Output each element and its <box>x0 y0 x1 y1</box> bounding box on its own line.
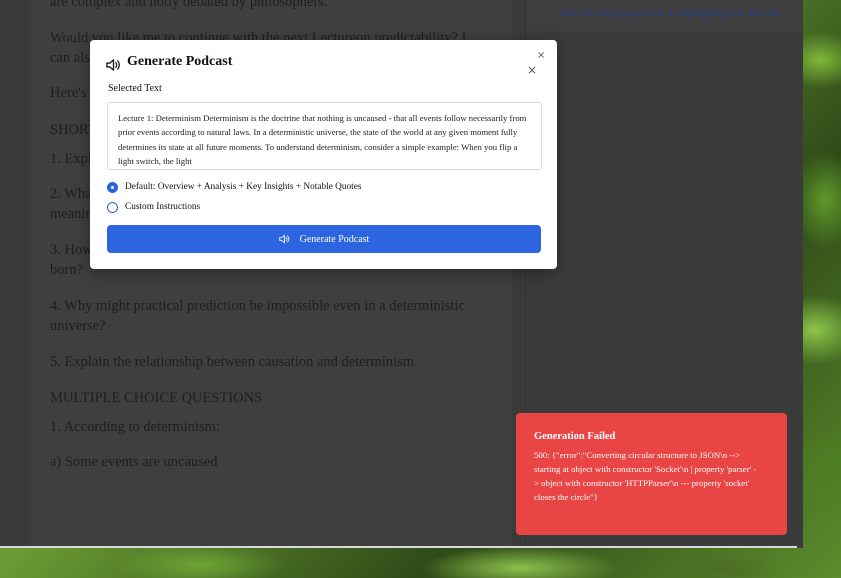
option-custom[interactable]: Custom Instructions <box>107 200 200 214</box>
selected-text-content: Lecture 1: Determinism Determinism is th… <box>118 113 527 166</box>
toast-message: 500: {"error":"Converting circular struc… <box>534 450 757 502</box>
close-button[interactable]: × <box>527 63 537 77</box>
option-custom-label: Custom Instructions <box>125 202 201 212</box>
assistant-panel-header: Start by asking a question or highlighti… <box>526 0 803 34</box>
error-toast[interactable]: Generation Failed 500: {"error":"Convert… <box>516 413 787 535</box>
doc-heading: MULTIPLE CHOICE QUESTIONS <box>50 390 263 406</box>
speaker-icon <box>278 234 289 244</box>
doc-paragraph: a) Some events are uncaused <box>50 454 218 470</box>
doc-paragraph: 1. According to determinism: <box>50 419 220 435</box>
doc-paragraph: 5. Explain the relationship between caus… <box>50 354 418 370</box>
radio-default[interactable] <box>107 181 118 193</box>
doc-paragraph: are complex and hotly debated by philoso… <box>50 0 328 10</box>
generate-podcast-dialog: Generate Podcast × × Selected Text Lectu… <box>90 40 557 269</box>
option-default-label: Default: Overview + Analysis + Key Insig… <box>125 182 362 192</box>
toast-title: Generation Failed <box>534 431 616 442</box>
generate-podcast-button-label: Generate Podcast <box>299 233 370 245</box>
close-icon[interactable]: × <box>537 50 545 61</box>
selected-text-box[interactable]: Lecture 1: Determinism Determinism is th… <box>107 102 542 170</box>
selected-text-label: Selected Text <box>108 83 162 94</box>
option-default[interactable]: Default: Overview + Analysis + Key Insig… <box>107 180 362 194</box>
radio-custom[interactable] <box>107 201 118 213</box>
dialog-title: Generate Podcast <box>127 54 233 69</box>
generate-podcast-button[interactable]: Generate Podcast <box>107 225 541 253</box>
assistant-hint: Start by asking a question or highlighti… <box>561 8 781 19</box>
window-divider <box>0 546 797 548</box>
speaker-icon <box>106 59 121 71</box>
doc-paragraph: 4. Why might practical prediction be imp… <box>50 298 465 334</box>
